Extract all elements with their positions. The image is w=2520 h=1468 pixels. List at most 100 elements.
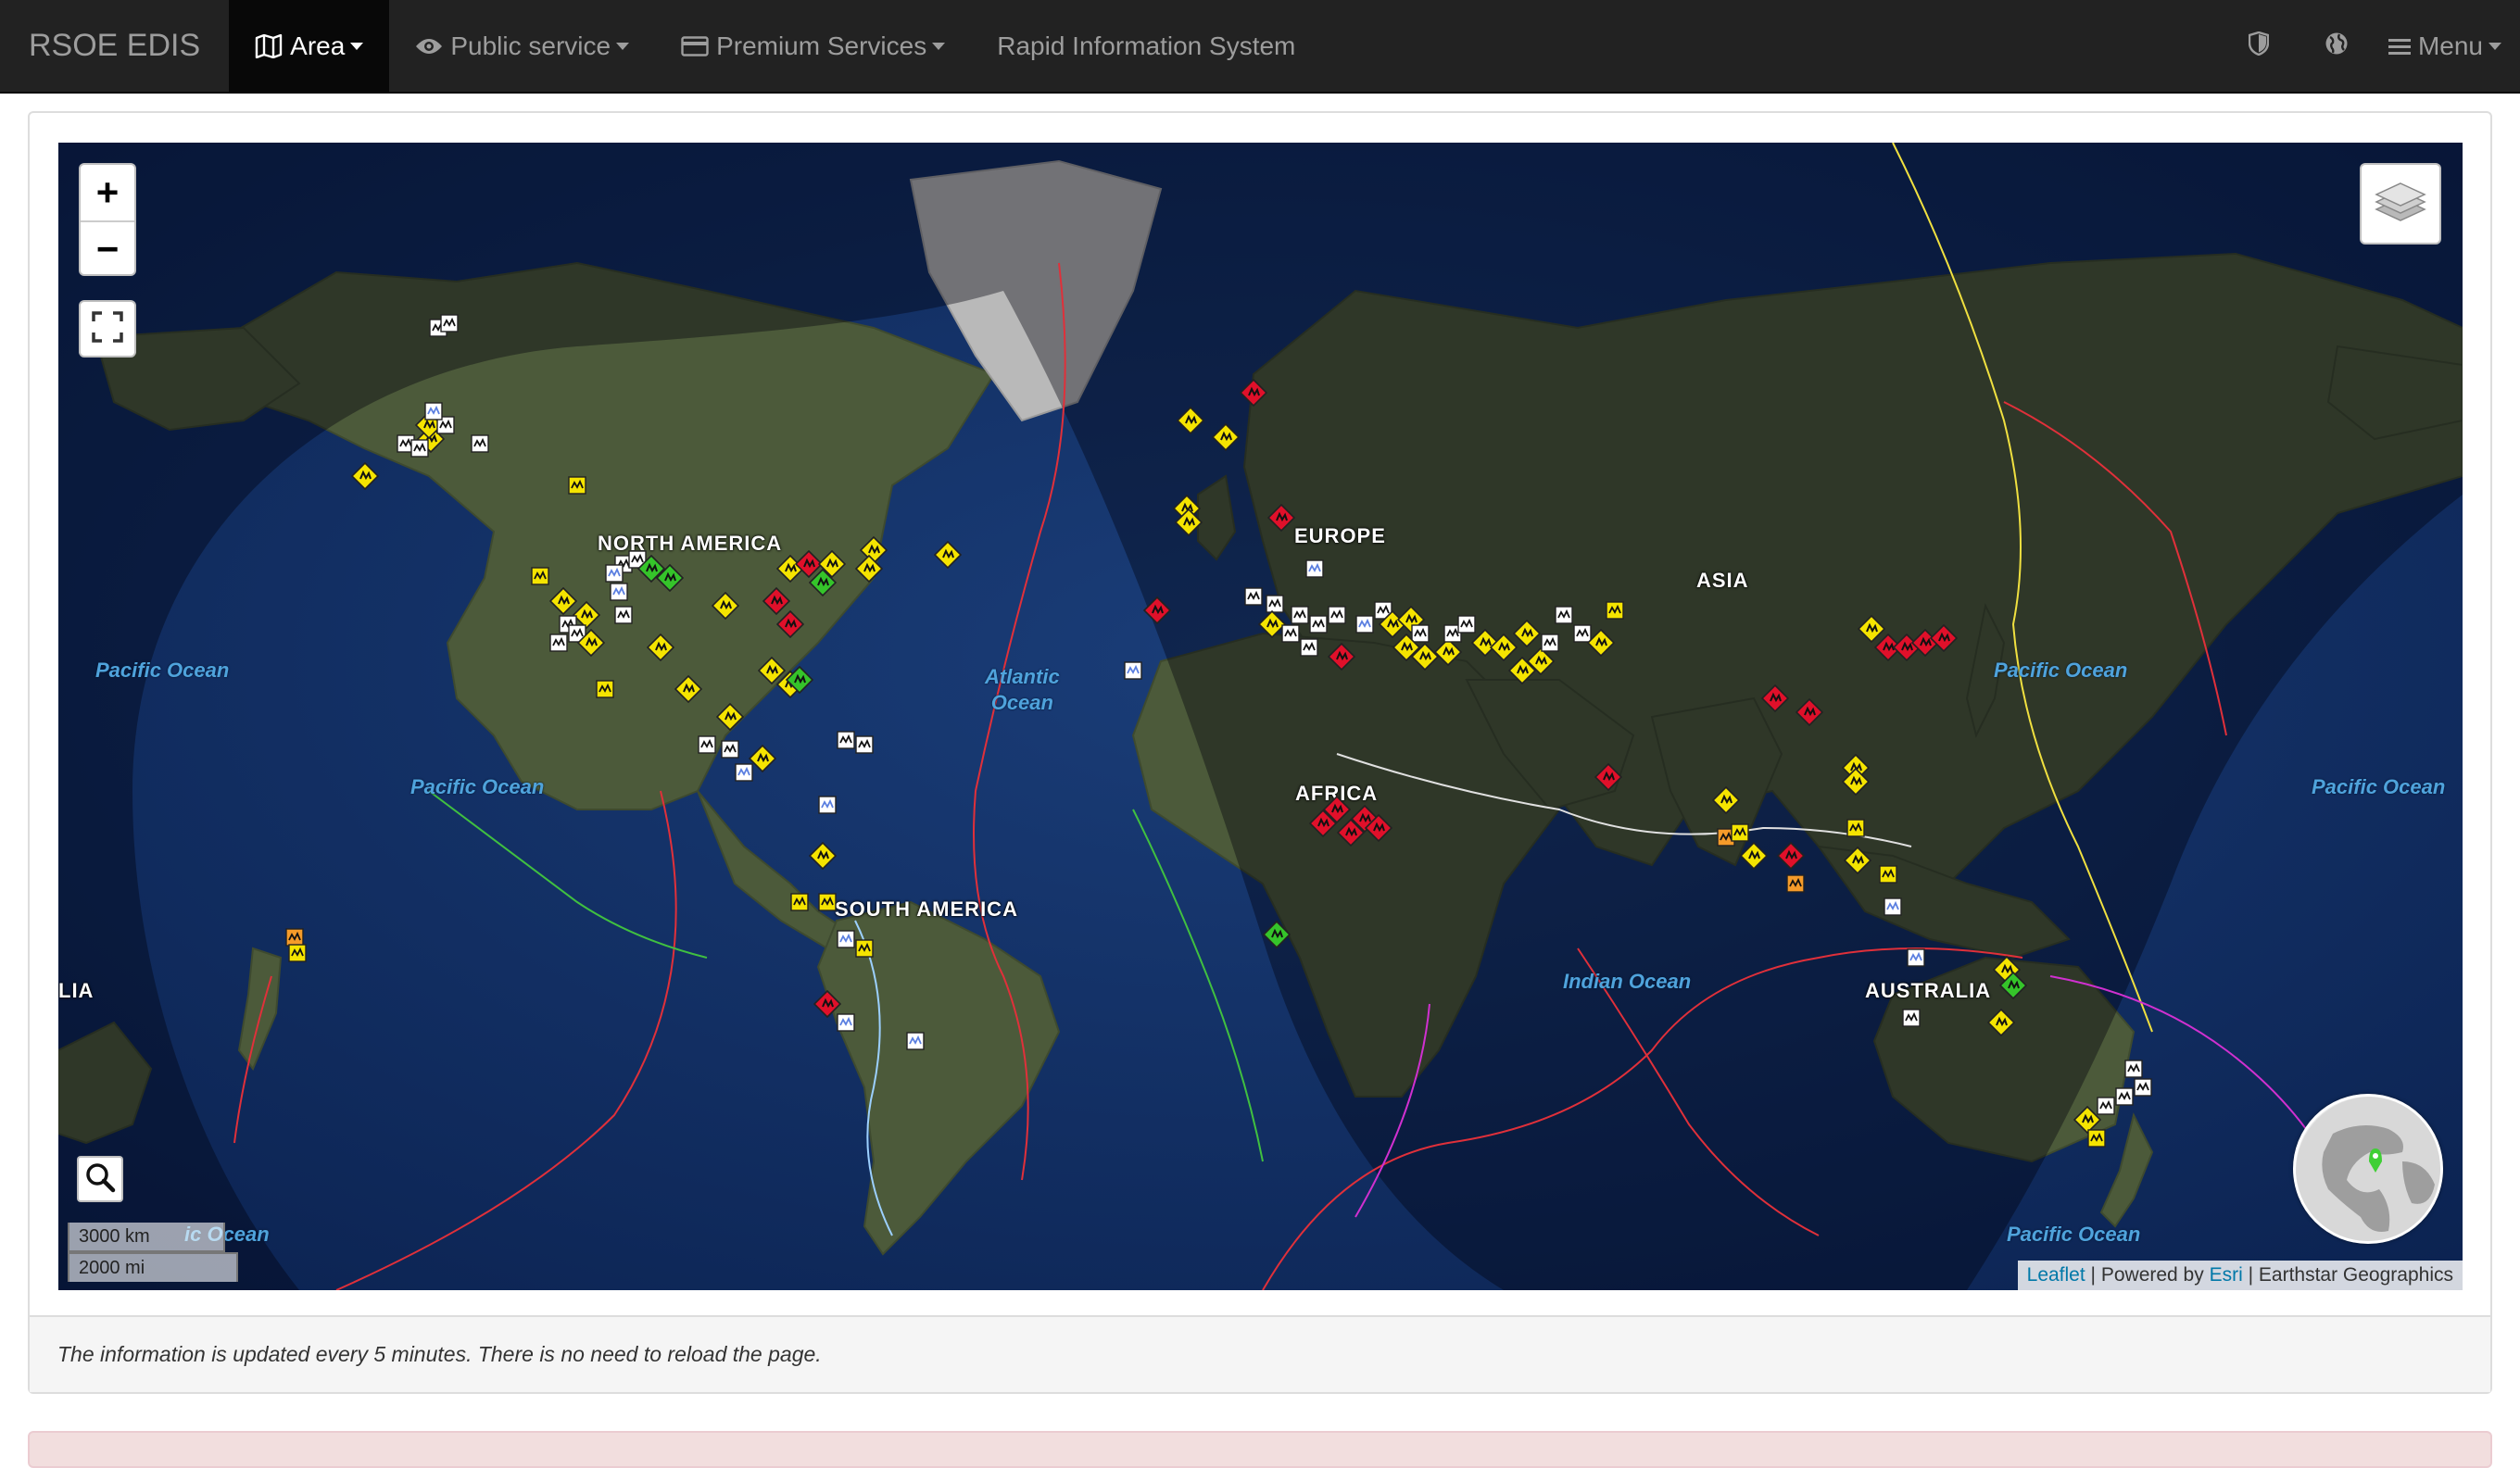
event-marker[interactable] [2124, 1060, 2143, 1083]
esri-link[interactable]: Esri [2210, 1264, 2243, 1286]
zoom-in-button[interactable]: + [81, 165, 134, 220]
label-asia: ASIA [1696, 569, 1749, 592]
brand-logo[interactable]: RSOE EDIS [0, 0, 229, 92]
event-marker[interactable] [549, 634, 568, 657]
event-marker[interactable] [1507, 656, 1537, 689]
event-marker[interactable] [1907, 948, 1925, 972]
layers-control-button[interactable] [2360, 163, 2441, 245]
event-marker[interactable] [715, 702, 745, 735]
event-marker[interactable] [735, 763, 753, 786]
event-marker[interactable] [808, 841, 838, 874]
event-marker[interactable] [1711, 785, 1741, 819]
event-marker[interactable] [614, 606, 633, 629]
event-marker[interactable] [1244, 587, 1263, 610]
event-marker[interactable] [1879, 865, 1897, 888]
event-marker[interactable] [471, 434, 489, 458]
event-marker[interactable] [1305, 559, 1324, 583]
event-marker[interactable] [1776, 841, 1806, 874]
event-marker[interactable] [1328, 606, 1346, 629]
event-marker[interactable] [837, 930, 855, 953]
event-marker[interactable] [1211, 422, 1241, 456]
event-marker[interactable] [1262, 920, 1292, 953]
event-marker[interactable] [855, 735, 874, 759]
event-marker[interactable] [1174, 508, 1203, 541]
event-marker[interactable] [711, 591, 740, 624]
zoom-out-button[interactable]: − [81, 220, 134, 276]
nav-premium-services-label: Premium Services [716, 31, 927, 60]
event-marker[interactable] [531, 567, 549, 590]
event-marker[interactable] [1884, 897, 1902, 921]
map-search-button[interactable] [77, 1156, 123, 1202]
event-marker[interactable] [674, 674, 703, 708]
event-marker[interactable] [1841, 767, 1871, 800]
event-marker[interactable] [1586, 628, 1616, 661]
event-marker[interactable] [818, 796, 837, 819]
event-marker[interactable] [1239, 378, 1268, 411]
event-marker[interactable] [1606, 601, 1624, 624]
event-marker[interactable] [721, 740, 739, 763]
shield-button[interactable] [2220, 0, 2298, 92]
event-marker[interactable] [817, 549, 847, 583]
menu-dropdown[interactable]: Menu [2375, 0, 2520, 92]
world-map[interactable]: NORTH AMERICA EUROPE ASIA AFRICA SOUTH A… [58, 143, 2463, 1290]
nav-premium-services[interactable]: Premium Services [655, 0, 971, 92]
event-marker[interactable] [1142, 596, 1172, 629]
event-marker[interactable] [1843, 846, 1872, 879]
event-marker[interactable] [568, 476, 586, 499]
event-marker[interactable] [818, 893, 837, 916]
event-marker[interactable] [440, 314, 459, 337]
event-marker[interactable] [1795, 697, 1824, 731]
event-marker[interactable] [1846, 819, 1865, 842]
event-marker[interactable] [1327, 642, 1356, 675]
nav-public-service[interactable]: Public service [389, 0, 655, 92]
event-marker[interactable] [2097, 1097, 2115, 1120]
event-marker[interactable] [2087, 1129, 2106, 1152]
event-marker[interactable] [1786, 874, 1805, 897]
event-marker[interactable] [2115, 1087, 2134, 1110]
event-marker[interactable] [837, 731, 855, 754]
search-icon [84, 1161, 116, 1198]
event-marker[interactable] [1902, 1009, 1921, 1032]
language-button[interactable] [2298, 0, 2375, 92]
event-marker[interactable] [1124, 661, 1142, 684]
event-marker[interactable] [646, 633, 675, 666]
event-marker[interactable] [785, 665, 814, 698]
event-marker[interactable] [1594, 762, 1623, 796]
event-marker[interactable] [1364, 813, 1393, 847]
event-marker[interactable] [1986, 1008, 2016, 1041]
event-marker[interactable] [636, 554, 666, 587]
event-marker[interactable] [775, 609, 805, 643]
event-marker[interactable] [837, 1013, 855, 1036]
nav-area[interactable]: Area [229, 0, 390, 92]
event-marker[interactable] [1541, 634, 1559, 657]
event-marker[interactable] [410, 439, 429, 462]
event-marker[interactable] [1309, 615, 1328, 638]
event-marker[interactable] [424, 402, 443, 425]
event-marker[interactable] [854, 554, 884, 587]
map-attribution: Leaflet | Powered by Esri | Earthstar Ge… [2017, 1261, 2463, 1290]
event-marker[interactable] [350, 461, 380, 495]
event-marker[interactable] [1281, 624, 1300, 647]
nav-rapid-information-system[interactable]: Rapid Information System [971, 0, 1321, 92]
event-marker[interactable] [596, 680, 614, 703]
event-marker[interactable] [855, 939, 874, 962]
event-marker[interactable] [1998, 971, 2028, 1004]
event-marker[interactable] [698, 735, 716, 759]
minimap-globe[interactable] [2293, 1094, 2443, 1244]
event-marker[interactable] [1555, 606, 1573, 629]
event-marker[interactable] [1760, 684, 1790, 717]
event-marker[interactable] [1929, 623, 1959, 657]
event-marker[interactable] [790, 893, 809, 916]
fullscreen-button[interactable] [79, 300, 136, 358]
event-marker[interactable] [610, 583, 628, 606]
event-marker[interactable] [1739, 841, 1769, 874]
event-marker[interactable] [288, 944, 307, 967]
event-marker[interactable] [1355, 615, 1374, 638]
event-marker[interactable] [1176, 406, 1205, 439]
leaflet-link[interactable]: Leaflet [2027, 1264, 2085, 1286]
event-marker[interactable] [906, 1032, 925, 1055]
event-marker[interactable] [1266, 503, 1296, 536]
event-marker[interactable] [576, 628, 606, 661]
event-marker[interactable] [1300, 638, 1318, 661]
event-marker[interactable] [933, 540, 963, 573]
